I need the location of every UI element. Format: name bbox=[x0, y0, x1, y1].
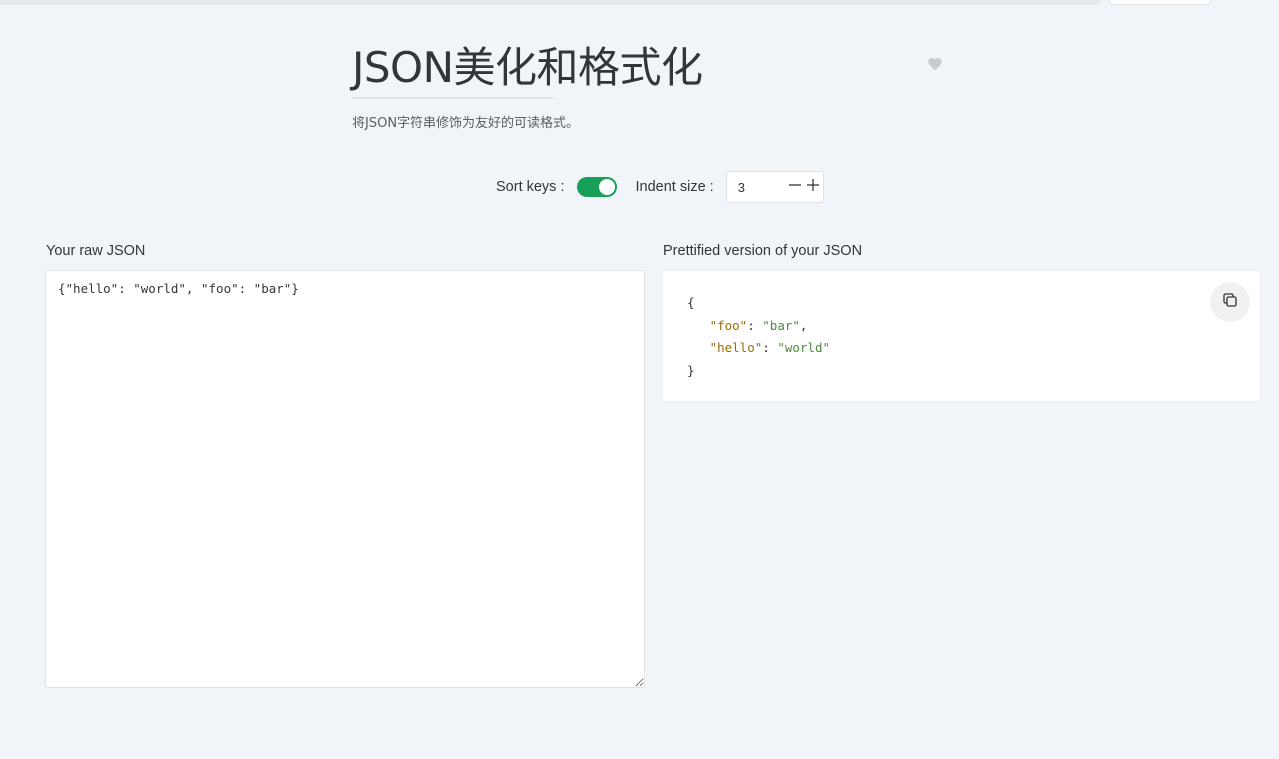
json-brace-close: } bbox=[687, 362, 695, 378]
indent-size-input[interactable] bbox=[726, 179, 786, 195]
sort-keys-label: Sort keys : bbox=[496, 179, 565, 195]
copy-icon bbox=[1221, 291, 1239, 314]
copy-button[interactable] bbox=[1210, 282, 1250, 322]
toggle-knob bbox=[598, 179, 615, 195]
minus-icon bbox=[788, 178, 802, 196]
json-value: "bar" bbox=[762, 317, 800, 333]
title-underline bbox=[352, 97, 553, 99]
heart-icon bbox=[927, 56, 945, 72]
tool-header: JSON美化和格式化 将JSON字符串修饰为友好的可读格式。 bbox=[352, 40, 948, 131]
json-key: "hello" bbox=[709, 340, 763, 355]
increment-button[interactable] bbox=[804, 178, 822, 196]
format-options: Sort keys : Indent size : bbox=[496, 170, 824, 204]
indent-size-stepper bbox=[725, 171, 824, 203]
prettified-json-label: Prettified version of your JSON bbox=[663, 243, 863, 259]
json-brace-open: { bbox=[687, 295, 695, 310]
favorite-button[interactable] bbox=[927, 56, 945, 74]
top-navbar-edge bbox=[0, 0, 1101, 5]
json-value: "world" bbox=[777, 340, 831, 355]
json-key: "foo" bbox=[709, 317, 748, 333]
raw-json-label: Your raw JSON bbox=[46, 243, 146, 259]
plus-icon bbox=[806, 178, 820, 196]
top-navbar-button-edge[interactable] bbox=[1109, 0, 1211, 5]
prettified-code-block: { "foo": "bar", "hello": "world" } bbox=[687, 295, 831, 378]
prettified-json-output: { "foo": "bar", "hello": "world" } bbox=[662, 270, 1261, 402]
page-description: 将JSON字符串修饰为友好的可读格式。 bbox=[352, 116, 580, 131]
page-title: JSON美化和格式化 bbox=[352, 43, 703, 92]
raw-json-textarea[interactable]: {"hello": "world", "foo": "bar"} bbox=[45, 270, 645, 688]
indent-size-label: Indent size : bbox=[635, 179, 714, 195]
decrement-button[interactable] bbox=[786, 178, 804, 196]
sort-keys-toggle[interactable] bbox=[576, 177, 617, 197]
